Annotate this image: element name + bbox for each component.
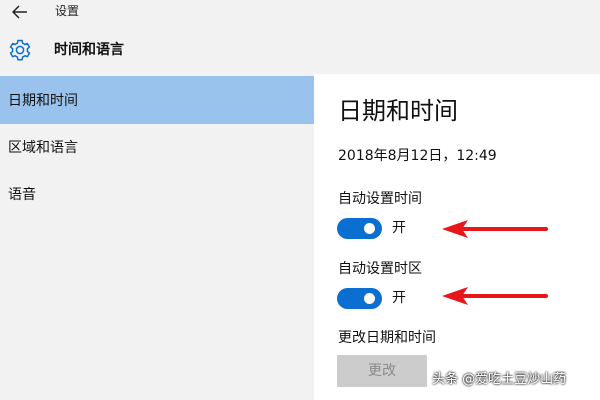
auto-timezone-toggle[interactable] xyxy=(337,288,382,309)
annotation-arrow-1 xyxy=(442,220,548,238)
annotation-arrow-2 xyxy=(442,287,548,305)
toggle-knob xyxy=(364,223,375,234)
current-datetime: 2018年8月12日，12:49 xyxy=(338,148,497,164)
section-title: 时间和语言 xyxy=(54,42,124,58)
sidebar-item-region-language[interactable]: 区域和语言 xyxy=(0,123,314,171)
auto-timezone-label: 自动设置时区 xyxy=(338,261,422,277)
sidebar-item-label: 语音 xyxy=(8,187,36,203)
back-arrow-icon[interactable] xyxy=(10,3,30,21)
auto-time-toggle[interactable] xyxy=(337,218,382,239)
sidebar-item-label: 日期和时间 xyxy=(8,93,78,109)
window-title: 设置 xyxy=(55,4,80,18)
auto-time-state: 开 xyxy=(392,220,406,236)
sidebar-item-date-time[interactable]: 日期和时间 xyxy=(0,76,314,124)
toggle-knob xyxy=(364,293,375,304)
page-title: 日期和时间 xyxy=(338,97,458,125)
gear-icon xyxy=(8,38,32,62)
change-button[interactable]: 更改 xyxy=(337,355,427,387)
sidebar-item-speech[interactable]: 语音 xyxy=(0,170,314,218)
change-datetime-label: 更改日期和时间 xyxy=(338,330,436,346)
sidebar-item-label: 区域和语言 xyxy=(8,140,78,156)
auto-time-label: 自动设置时间 xyxy=(338,191,422,207)
sidebar: 日期和时间 区域和语言 语音 xyxy=(0,74,314,400)
auto-timezone-state: 开 xyxy=(392,290,406,306)
watermark: 头条 @爱吃土豆炒山药 xyxy=(432,372,567,387)
title-bar: 设置 时间和语言 xyxy=(0,0,600,74)
